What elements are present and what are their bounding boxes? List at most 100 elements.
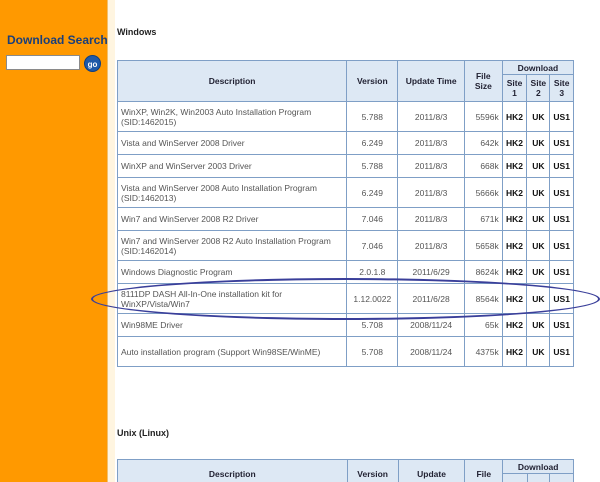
windows-section-title: Windows [117, 27, 157, 37]
row-update-time: 2008/11/24 [397, 336, 465, 367]
row-file-size: 642k [463, 131, 503, 155]
row-file-size: 4375k [463, 336, 503, 367]
row-description: Win7 and WinServer 2008 R2 Auto Installa… [116, 230, 348, 261]
download-site-2-link[interactable]: UK [526, 207, 551, 231]
header-site-3: Site 3 [549, 74, 574, 102]
download-site-1-link[interactable]: HK2 [501, 177, 528, 208]
unix-header-version: Version [346, 459, 399, 482]
unix-header-file: File [464, 459, 504, 482]
row-description: Windows Diagnostic Program [116, 260, 348, 284]
row-update-time: 2011/8/3 [397, 230, 465, 261]
table-row: Vista and WinServer 2008 Driver 6.249 2011… [116, 131, 574, 155]
table-row: Windows Diagnostic Program 2.0.1.8 2011/6/… [116, 260, 574, 284]
download-site-2-link[interactable]: UK [526, 283, 551, 314]
row-file-size: 8564k [463, 283, 503, 314]
row-version: 5.708 [346, 313, 399, 337]
download-site-3-link[interactable]: US1 [549, 154, 574, 178]
row-version: 7.046 [346, 207, 399, 231]
download-site-2-link[interactable]: UK [526, 154, 551, 178]
row-description: WinXP and WinServer 2003 Driver [116, 154, 348, 178]
download-site-1-link[interactable]: HK2 [501, 131, 528, 155]
row-version: 5.788 [346, 154, 399, 178]
table-row: Win98ME Driver 5.708 2008/11/24 65k HK2 UK US1 [116, 313, 574, 337]
table-row: Win7 and WinServer 2008 R2 Driver 7.046 20… [116, 207, 574, 231]
row-description: Auto installation program (Support Win98… [116, 336, 348, 367]
download-site-1-link[interactable]: HK2 [501, 336, 528, 367]
download-site-2-link[interactable]: UK [526, 336, 551, 367]
row-version: 6.249 [346, 177, 399, 208]
sidebar-divider [107, 0, 115, 482]
row-description: 8111DP DASH All-In-One installation kit … [116, 283, 348, 314]
download-site-2-link[interactable]: UK [526, 177, 551, 208]
table-row: WinXP and WinServer 2003 Driver 5.788 2011… [116, 154, 574, 178]
row-update-time: 2011/8/3 [397, 154, 465, 178]
row-version: 5.788 [346, 101, 399, 132]
row-update-time: 2011/8/3 [397, 207, 465, 231]
download-site-1-link[interactable]: HK2 [501, 230, 528, 261]
row-file-size: 5596k [463, 101, 503, 132]
header-download: Download [501, 60, 575, 75]
search-input[interactable] [6, 55, 80, 70]
download-site-3-link[interactable]: US1 [549, 313, 574, 337]
download-site-3-link[interactable]: US1 [549, 230, 574, 261]
download-search-title: Download Search [7, 33, 108, 47]
row-file-size: 65k [463, 313, 503, 337]
row-update-time: 2011/6/29 [397, 260, 465, 284]
download-site-2-link[interactable]: UK [526, 230, 551, 261]
row-version: 6.249 [346, 131, 399, 155]
row-update-time: 2011/8/3 [397, 131, 465, 155]
row-file-size: 5658k [463, 230, 503, 261]
header-update-time: Update Time [397, 60, 465, 102]
table-row: Auto installation program (Support Win98… [116, 336, 574, 367]
download-site-3-link[interactable]: US1 [549, 131, 574, 155]
row-description: Vista and WinServer 2008 Driver [116, 131, 348, 155]
header-description: Description [116, 60, 348, 102]
sidebar: Download Search go [0, 0, 108, 482]
row-file-size: 671k [463, 207, 503, 231]
unix-header-download: Download [502, 459, 574, 474]
row-update-time: 2008/11/24 [397, 313, 465, 337]
row-update-time: 2011/6/28 [397, 283, 465, 314]
row-description: WinXP, Win2K, Win2003 Auto Installation … [116, 101, 348, 132]
windows-table-body: WinXP, Win2K, Win2003 Auto Installation … [116, 101, 574, 367]
download-site-1-link[interactable]: HK2 [501, 101, 528, 132]
table-row: WinXP, Win2K, Win2003 Auto Installation … [116, 101, 574, 132]
download-site-3-link[interactable]: US1 [549, 336, 574, 367]
table-row: Win7 and WinServer 2008 R2 Auto Installa… [116, 230, 574, 261]
download-site-1-link[interactable]: HK2 [501, 313, 528, 337]
unix-header-description: Description [117, 459, 348, 482]
unix-download-table: Description Version Update File Download [117, 459, 574, 482]
row-update-time: 2011/8/3 [397, 101, 465, 132]
unix-header-update: Update [397, 459, 466, 482]
header-version: Version [346, 60, 399, 102]
row-description: Win98ME Driver [116, 313, 348, 337]
row-description: Vista and WinServer 2008 Auto Installati… [116, 177, 348, 208]
row-version: 1.12.0022 [346, 283, 399, 314]
download-site-1-link[interactable]: HK2 [501, 154, 528, 178]
row-file-size: 5666k [463, 177, 503, 208]
row-update-time: 2011/8/3 [397, 177, 465, 208]
download-site-3-link[interactable]: US1 [549, 101, 574, 132]
download-site-1-link[interactable]: HK2 [501, 283, 528, 314]
download-site-2-link[interactable]: UK [526, 313, 551, 337]
download-site-3-link[interactable]: US1 [549, 207, 574, 231]
row-version: 7.046 [346, 230, 399, 261]
row-description: Win7 and WinServer 2008 R2 Driver [116, 207, 348, 231]
go-button[interactable]: go [84, 55, 101, 72]
row-file-size: 668k [463, 154, 503, 178]
header-file-size: File Size [463, 60, 503, 102]
download-site-2-link[interactable]: UK [526, 131, 551, 155]
row-version: 5.708 [346, 336, 399, 367]
download-site-2-link[interactable]: UK [526, 101, 551, 132]
header-site-1: Site 1 [501, 74, 528, 102]
windows-download-table: Description Version Update Time File Siz… [116, 60, 575, 367]
download-site-3-link[interactable]: US1 [549, 177, 574, 208]
download-site-3-link[interactable]: US1 [549, 260, 574, 284]
download-site-3-link[interactable]: US1 [549, 283, 574, 314]
download-site-1-link[interactable]: HK2 [501, 260, 528, 284]
table-row: Vista and WinServer 2008 Auto Installati… [116, 177, 574, 208]
download-site-2-link[interactable]: UK [526, 260, 551, 284]
header-site-2: Site 2 [526, 74, 551, 102]
row-file-size: 8624k [463, 260, 503, 284]
download-site-1-link[interactable]: HK2 [501, 207, 528, 231]
